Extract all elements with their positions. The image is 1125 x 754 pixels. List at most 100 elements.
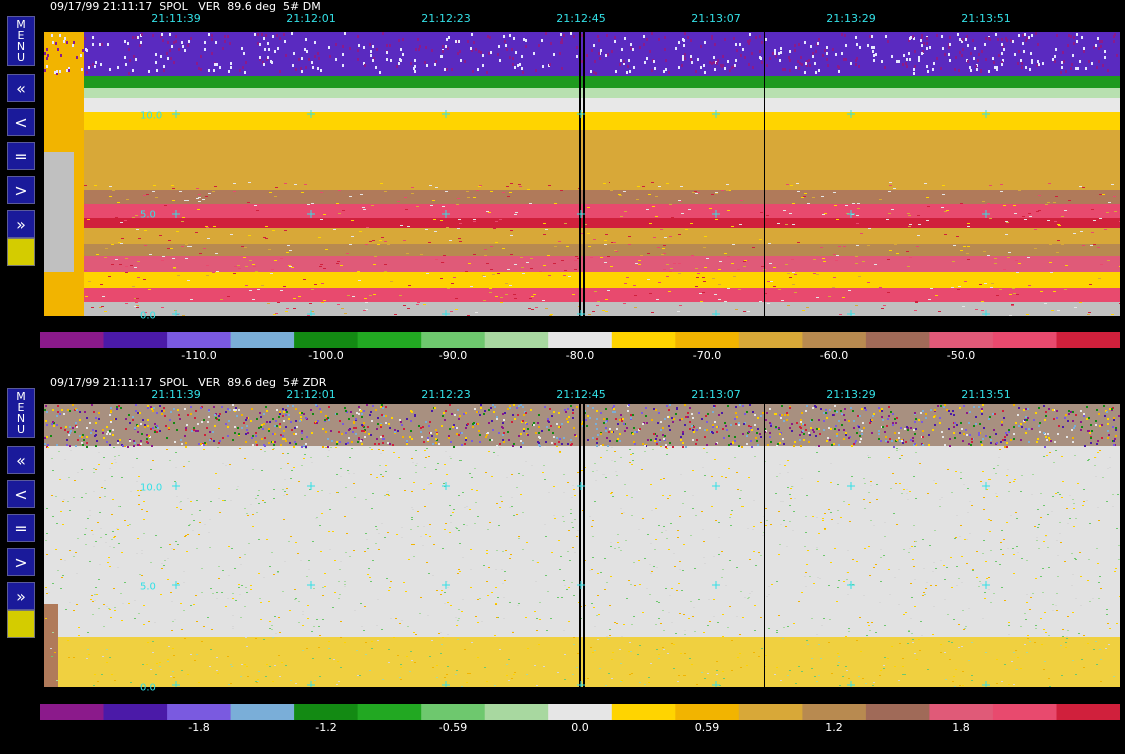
scale-label: -70.0 — [692, 349, 722, 362]
menu-button[interactable]: M E N U — [7, 16, 35, 66]
time-tick: 21:13:51 — [961, 12, 1011, 25]
dm-panel: 09/17/99 21:11:17 SPOL VER 89.6 deg 5# D… — [0, 0, 1125, 375]
color-swatch — [1056, 332, 1120, 348]
y-axis-label: 0.0 — [140, 310, 156, 322]
color-swatch — [230, 704, 295, 720]
color-swatch — [484, 332, 549, 348]
menu-button[interactable]: M E N U — [7, 388, 35, 438]
y-axis-label: 0.0 — [140, 682, 156, 694]
color-swatch — [802, 332, 867, 348]
color-swatch — [675, 704, 740, 720]
double-chevron-right-icon: » — [16, 586, 26, 606]
scale-label: 1.2 — [825, 721, 843, 734]
scale-label: -1.2 — [315, 721, 337, 734]
y-axis-label: 5.0 — [140, 581, 156, 593]
prev-button[interactable]: < — [7, 480, 35, 508]
time-tick: 21:12:23 — [421, 12, 471, 25]
double-chevron-left-icon: « — [16, 450, 26, 470]
time-tick: 21:13:07 — [691, 388, 741, 401]
color-swatch — [167, 704, 232, 720]
color-swatch — [992, 704, 1057, 720]
color-scale-labels: -110.0 -100.0 -90.0 -80.0 -70.0 -60.0 -5… — [40, 349, 1120, 363]
time-tick: 21:13:51 — [961, 388, 1011, 401]
equals-icon: = — [14, 146, 28, 166]
time-tick: 21:13:29 — [826, 388, 876, 401]
menu-letter: U — [16, 51, 26, 64]
zdr-color-scale — [40, 704, 1120, 720]
color-swatch — [421, 704, 486, 720]
scale-label: -90.0 — [438, 349, 468, 362]
color-swatch — [992, 332, 1057, 348]
scale-label: -1.8 — [188, 721, 210, 734]
color-swatch — [738, 704, 803, 720]
first-button[interactable]: « — [7, 74, 35, 102]
color-swatch — [611, 332, 676, 348]
scale-label: -0.59 — [438, 721, 468, 734]
next-button[interactable]: > — [7, 548, 35, 576]
scale-label: -110.0 — [181, 349, 217, 362]
color-swatch — [40, 332, 104, 348]
color-swatch — [357, 332, 422, 348]
time-tick: 21:12:45 — [556, 388, 606, 401]
scale-label: -60.0 — [819, 349, 849, 362]
y-axis-label: 5.0 — [140, 209, 156, 221]
color-swatch — [929, 332, 994, 348]
color-swatch — [611, 704, 676, 720]
color-swatch — [738, 332, 803, 348]
time-axis: 21:11:39 21:12:01 21:12:23 21:12:45 21:1… — [0, 12, 1125, 26]
time-tick: 21:13:07 — [691, 12, 741, 25]
time-tick: 21:12:23 — [421, 388, 471, 401]
color-swatch — [421, 332, 486, 348]
color-swatch — [167, 332, 232, 348]
chevron-left-icon: < — [14, 484, 28, 504]
color-indicator — [7, 610, 35, 638]
time-tick: 21:12:45 — [556, 12, 606, 25]
time-tick: 21:11:39 — [151, 12, 201, 25]
scale-label: -100.0 — [308, 349, 344, 362]
double-chevron-left-icon: « — [16, 78, 26, 98]
color-swatch — [548, 704, 613, 720]
color-swatch — [230, 332, 295, 348]
y-axis-label: 10.0 — [140, 482, 163, 494]
menu-letter: U — [16, 423, 26, 436]
time-tick: 21:11:39 — [151, 388, 201, 401]
equals-icon: = — [14, 518, 28, 538]
time-axis: 21:11:39 21:12:01 21:12:23 21:12:45 21:1… — [0, 388, 1125, 402]
double-chevron-right-icon: » — [16, 214, 26, 234]
color-swatch — [40, 704, 104, 720]
color-swatch — [103, 704, 168, 720]
color-swatch — [357, 704, 422, 720]
last-button[interactable]: » — [7, 210, 35, 238]
color-swatch — [865, 704, 930, 720]
color-swatch — [294, 704, 359, 720]
color-swatch — [1056, 704, 1120, 720]
chevron-right-icon: > — [14, 552, 28, 572]
chevron-right-icon: > — [14, 180, 28, 200]
color-swatch — [865, 332, 930, 348]
last-button[interactable]: » — [7, 582, 35, 610]
color-swatch — [484, 704, 549, 720]
time-tick: 21:13:29 — [826, 12, 876, 25]
zdr-panel: 09/17/99 21:11:17 SPOL VER 89.6 deg 5# Z… — [0, 376, 1125, 754]
color-swatch — [103, 332, 168, 348]
scale-label: -50.0 — [946, 349, 976, 362]
first-button[interactable]: « — [7, 446, 35, 474]
scale-label: 0.0 — [571, 721, 589, 734]
color-swatch — [548, 332, 613, 348]
color-swatch — [294, 332, 359, 348]
dm-time-height-plot[interactable] — [44, 32, 1120, 316]
color-indicator — [7, 238, 35, 266]
prev-button[interactable]: < — [7, 108, 35, 136]
next-button[interactable]: > — [7, 176, 35, 204]
color-swatch — [675, 332, 740, 348]
color-swatch — [802, 704, 867, 720]
dm-color-scale — [40, 332, 1120, 348]
y-axis-label: 10.0 — [140, 110, 163, 122]
scale-label: -80.0 — [565, 349, 595, 362]
scale-label: 0.59 — [694, 721, 720, 734]
time-tick: 21:12:01 — [286, 12, 336, 25]
color-scale-labels: -1.8 -1.2 -0.59 0.0 0.59 1.2 1.8 — [40, 721, 1120, 735]
center-button[interactable]: = — [7, 514, 35, 542]
center-button[interactable]: = — [7, 142, 35, 170]
zdr-time-height-plot[interactable] — [44, 404, 1120, 687]
